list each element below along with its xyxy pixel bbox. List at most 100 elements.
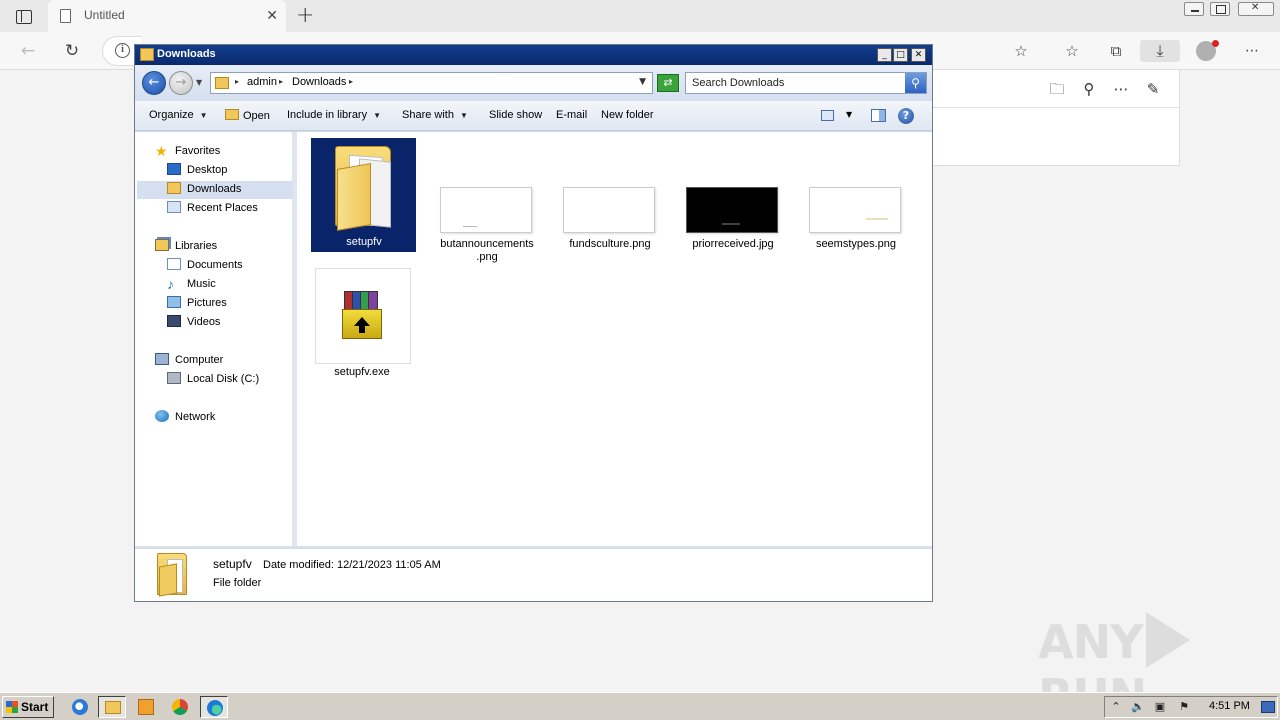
email-button[interactable]: E-mail	[556, 109, 587, 121]
folder-icon	[335, 140, 395, 231]
file-item-setupfv-exe[interactable]: setupfv.exe	[311, 268, 417, 388]
add-favorite-icon[interactable]: ☆	[1009, 40, 1033, 62]
open-folder-icon[interactable]: 🗀	[1047, 79, 1067, 99]
nav-item-downloads[interactable]: Downloads	[167, 180, 241, 198]
refresh-icon[interactable]: ↻	[60, 40, 84, 62]
favorites-icon[interactable]: ☆	[1060, 40, 1084, 62]
back-arrow-icon[interactable]: ←	[16, 40, 40, 62]
collections-icon[interactable]: ⧉	[1104, 40, 1128, 62]
help-icon[interactable]: ?	[898, 108, 914, 124]
page-icon	[60, 9, 71, 23]
breadcrumb-separator[interactable]: ▸	[349, 77, 353, 86]
nav-item-libraries[interactable]: Libraries	[155, 237, 217, 255]
refresh-button[interactable]: ⇄	[657, 74, 679, 92]
media-player-icon	[138, 699, 154, 715]
taskbar-chrome[interactable]	[166, 696, 194, 718]
breadcrumb-item-admin[interactable]: admin	[247, 76, 277, 88]
open-folder-icon	[225, 109, 239, 120]
computer-icon	[155, 353, 169, 365]
nav-item-computer[interactable]: Computer	[155, 351, 223, 369]
nav-item-desktop[interactable]: Desktop	[167, 161, 227, 179]
chevron-down-icon: ▼	[459, 111, 468, 120]
include-in-library-menu[interactable]: Include in library ▼	[287, 109, 381, 121]
share-with-menu[interactable]: Share with ▼	[402, 109, 468, 121]
tab-actions-icon[interactable]	[12, 6, 34, 26]
change-view-icon[interactable]	[821, 110, 834, 121]
breadcrumb-separator[interactable]: ▸	[279, 77, 283, 86]
tab-close-icon[interactable]: ✕	[266, 6, 278, 26]
search-box[interactable]: ⚲	[685, 72, 927, 94]
breadcrumb-separator[interactable]: ▸	[235, 77, 239, 86]
search-input[interactable]	[686, 73, 904, 93]
breadcrumb-item-downloads[interactable]: Downloads	[292, 76, 346, 88]
forward-button[interactable]: →	[169, 71, 193, 95]
breadcrumb-folder-icon	[215, 77, 229, 89]
search-icon[interactable]: ⚲	[1079, 79, 1099, 99]
network-status-icon[interactable]: ▣	[1153, 700, 1167, 714]
browser-minimize-button[interactable]	[1184, 2, 1204, 16]
nav-item-documents[interactable]: Documents	[167, 256, 243, 274]
taskbar-edge[interactable]	[200, 696, 228, 718]
maximize-button[interactable]: □	[893, 48, 908, 62]
new-folder-button[interactable]: New folder	[601, 109, 654, 121]
windows-logo-icon	[6, 701, 18, 713]
clock[interactable]: 4:51 PM	[1209, 700, 1250, 712]
more-menu-icon[interactable]: ⋯	[1240, 40, 1264, 62]
organize-menu[interactable]: Organize ▼	[149, 109, 208, 121]
chevron-down-icon: ▼	[199, 111, 208, 120]
file-item-priorreceived[interactable]: priorreceived.jpg	[680, 132, 786, 262]
taskbar-media-player[interactable]	[132, 696, 160, 718]
nav-item-recent-places[interactable]: Recent Places	[167, 199, 258, 217]
recent-pages-dropdown[interactable]: ▼	[196, 78, 202, 87]
pictures-icon	[167, 296, 181, 308]
nav-item-music[interactable]: ♪ Music	[167, 275, 216, 293]
nav-item-videos[interactable]: Videos	[167, 313, 220, 331]
navigation-pane: ★ Favorites Desktop Downloads Recent Plac…	[135, 132, 293, 546]
pin-icon[interactable]: ✎	[1143, 79, 1163, 99]
explorer-title-bar[interactable]: Downloads _ □ ✕	[135, 45, 932, 65]
action-center-flag-icon[interactable]: ⚑	[1177, 700, 1191, 714]
volume-icon[interactable]: 🔈	[1131, 700, 1145, 714]
file-item-butannouncements[interactable]: butannouncements .png	[434, 132, 540, 263]
view-options-dropdown[interactable]: ▼	[846, 110, 852, 119]
image-thumbnail	[686, 187, 778, 233]
profile-avatar[interactable]	[1196, 40, 1219, 61]
taskbar-file-explorer[interactable]	[98, 696, 126, 718]
nav-item-pictures[interactable]: Pictures	[167, 294, 227, 312]
address-dropdown-icon[interactable]: ▼	[639, 77, 646, 87]
anyrun-watermark: ANYRUN	[1038, 612, 1280, 720]
slide-show-button[interactable]: Slide show	[489, 109, 542, 121]
breadcrumb[interactable]: ▸ admin ▸ Downloads ▸ ▼	[210, 72, 653, 94]
taskbar: Start ⌃ 🔈 ▣ ⚑ 4:51 PM	[0, 692, 1280, 720]
show-hidden-icons-icon[interactable]: ⌃	[1109, 700, 1123, 714]
watermark-text-left: ANY	[1038, 615, 1143, 669]
downloads-flyout: 🗀 ⚲ ⋯ ✎	[928, 70, 1180, 166]
file-item-setupfv-folder[interactable]: setupfv	[297, 132, 437, 262]
taskbar-internet-explorer[interactable]	[66, 696, 94, 718]
search-icon[interactable]: ⚲	[905, 73, 926, 93]
browser-maximize-button[interactable]	[1210, 2, 1230, 16]
downloads-icon[interactable]: ⤓	[1140, 40, 1180, 62]
nav-item-local-disk[interactable]: Local Disk (C:)	[167, 370, 259, 388]
star-icon: ★	[155, 143, 168, 159]
nav-item-favorites[interactable]: ★ Favorites	[155, 142, 220, 160]
more-options-icon[interactable]: ⋯	[1111, 79, 1131, 99]
info-icon[interactable]: i	[115, 43, 130, 58]
nav-item-network[interactable]: Network	[155, 408, 215, 426]
file-item-seemstypes[interactable]: seemstypes.png	[803, 132, 909, 262]
nav-item-label: Local Disk (C:)	[187, 373, 260, 385]
preview-pane-icon[interactable]	[871, 109, 886, 122]
show-desktop-icon[interactable]	[1261, 701, 1275, 713]
details-pane: setupfv Date modified: 12/21/2023 11:05 …	[135, 549, 932, 601]
image-thumbnail	[440, 187, 532, 233]
minimize-button[interactable]: _	[877, 48, 892, 62]
window-title: Downloads	[157, 48, 216, 60]
open-button[interactable]: Open	[225, 109, 270, 122]
browser-tab[interactable]: Untitled ✕	[48, 0, 286, 32]
new-tab-button[interactable]: +	[296, 3, 314, 29]
back-button[interactable]: ←	[142, 71, 166, 95]
file-item-fundsculture[interactable]: fundsculture.png	[557, 132, 663, 262]
browser-close-button[interactable]	[1238, 2, 1274, 16]
close-button[interactable]: ✕	[911, 48, 926, 62]
start-button[interactable]: Start	[2, 696, 54, 718]
